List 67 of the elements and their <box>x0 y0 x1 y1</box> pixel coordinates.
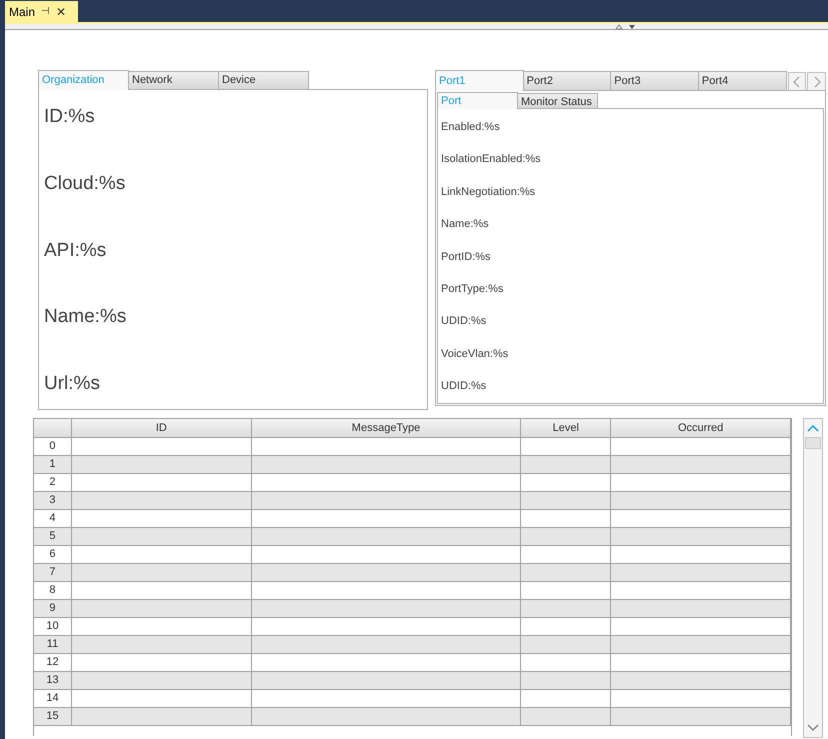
tab-title: Main <box>9 4 36 20</box>
column-header[interactable]: MessageType <box>252 419 522 437</box>
scroll-left-button[interactable] <box>788 72 806 91</box>
row-header: 3 <box>34 492 72 509</box>
row-header: 0 <box>34 438 72 455</box>
row-header: 4 <box>34 510 72 527</box>
row-header: 10 <box>34 618 72 635</box>
table-row[interactable]: 15 <box>34 708 791 726</box>
tab[interactable]: Port3 <box>610 71 699 91</box>
table-row[interactable]: 7 <box>34 564 791 582</box>
row-header: 15 <box>34 708 72 725</box>
tab[interactable]: Device <box>218 71 309 90</box>
tab[interactable]: Port4 <box>698 71 787 91</box>
tab[interactable]: Monitor Status <box>517 93 598 109</box>
field-label: LinkNegotiation:%s <box>441 184 536 199</box>
table-row[interactable]: 0 <box>34 438 791 456</box>
field-label: UDID:%s <box>441 379 488 393</box>
row-header: 5 <box>34 528 72 545</box>
vertical-scrollbar[interactable] <box>803 418 823 738</box>
chevron-left-icon <box>792 76 801 88</box>
row-header: 8 <box>34 582 72 599</box>
row-header: 1 <box>34 456 72 473</box>
scroll-right-button[interactable] <box>807 72 826 91</box>
scroll-thumb[interactable] <box>805 437 821 449</box>
table-row[interactable]: 1 <box>34 456 791 474</box>
chevron-right-icon <box>812 76 821 88</box>
row-header: 7 <box>34 564 72 581</box>
tab[interactable]: Port2 <box>522 71 612 91</box>
document-tab[interactable]: Main ⊣ ✕ <box>5 1 78 22</box>
row-header: 6 <box>34 546 72 563</box>
field-label: Enabled:%s <box>441 120 501 134</box>
column-header[interactable]: Occurred <box>611 419 791 437</box>
field-label: UDID:%s <box>441 314 488 328</box>
field-label: Cloud:%s <box>44 172 126 196</box>
table-row[interactable]: 14 <box>34 690 791 708</box>
close-icon[interactable]: ✕ <box>56 2 66 20</box>
table-row[interactable]: 12 <box>34 654 791 672</box>
table-row[interactable]: 3 <box>34 492 791 510</box>
table-row[interactable]: 9 <box>34 600 791 618</box>
field-label: API:%s <box>44 238 108 262</box>
field-label: Url:%s <box>44 372 101 396</box>
table-row[interactable]: 6 <box>34 546 791 564</box>
field-label: ID:%s <box>44 105 96 129</box>
row-header: 2 <box>34 474 72 491</box>
field-label: IsolationEnabled:%s <box>441 152 542 166</box>
field-label: Name:%s <box>44 305 128 330</box>
row-header: 12 <box>34 654 72 671</box>
pin-icon[interactable]: ⊣ <box>41 4 50 19</box>
table-row[interactable]: 11 <box>34 636 791 654</box>
table-row[interactable]: 13 <box>34 672 791 690</box>
column-header[interactable]: Level <box>521 419 612 437</box>
table-row[interactable]: 10 <box>34 618 791 636</box>
field-label: VoiceVlan:%s <box>441 346 510 361</box>
tab[interactable]: Network <box>128 71 219 90</box>
table-row[interactable]: 4 <box>34 510 791 528</box>
row-header: 11 <box>34 636 72 653</box>
row-header: 9 <box>34 600 72 617</box>
row-header: 14 <box>34 690 72 707</box>
column-header[interactable]: ID <box>72 419 252 437</box>
table-row[interactable]: 8 <box>34 582 791 600</box>
row-header: 13 <box>34 672 72 689</box>
field-label: Name:%s <box>441 217 490 232</box>
table-row[interactable]: 5 <box>34 528 791 546</box>
table-row[interactable]: 2 <box>34 474 791 492</box>
field-label: PortID:%s <box>441 250 492 264</box>
collapse-icon[interactable] <box>615 24 637 30</box>
field-label: PortType:%s <box>441 282 504 296</box>
